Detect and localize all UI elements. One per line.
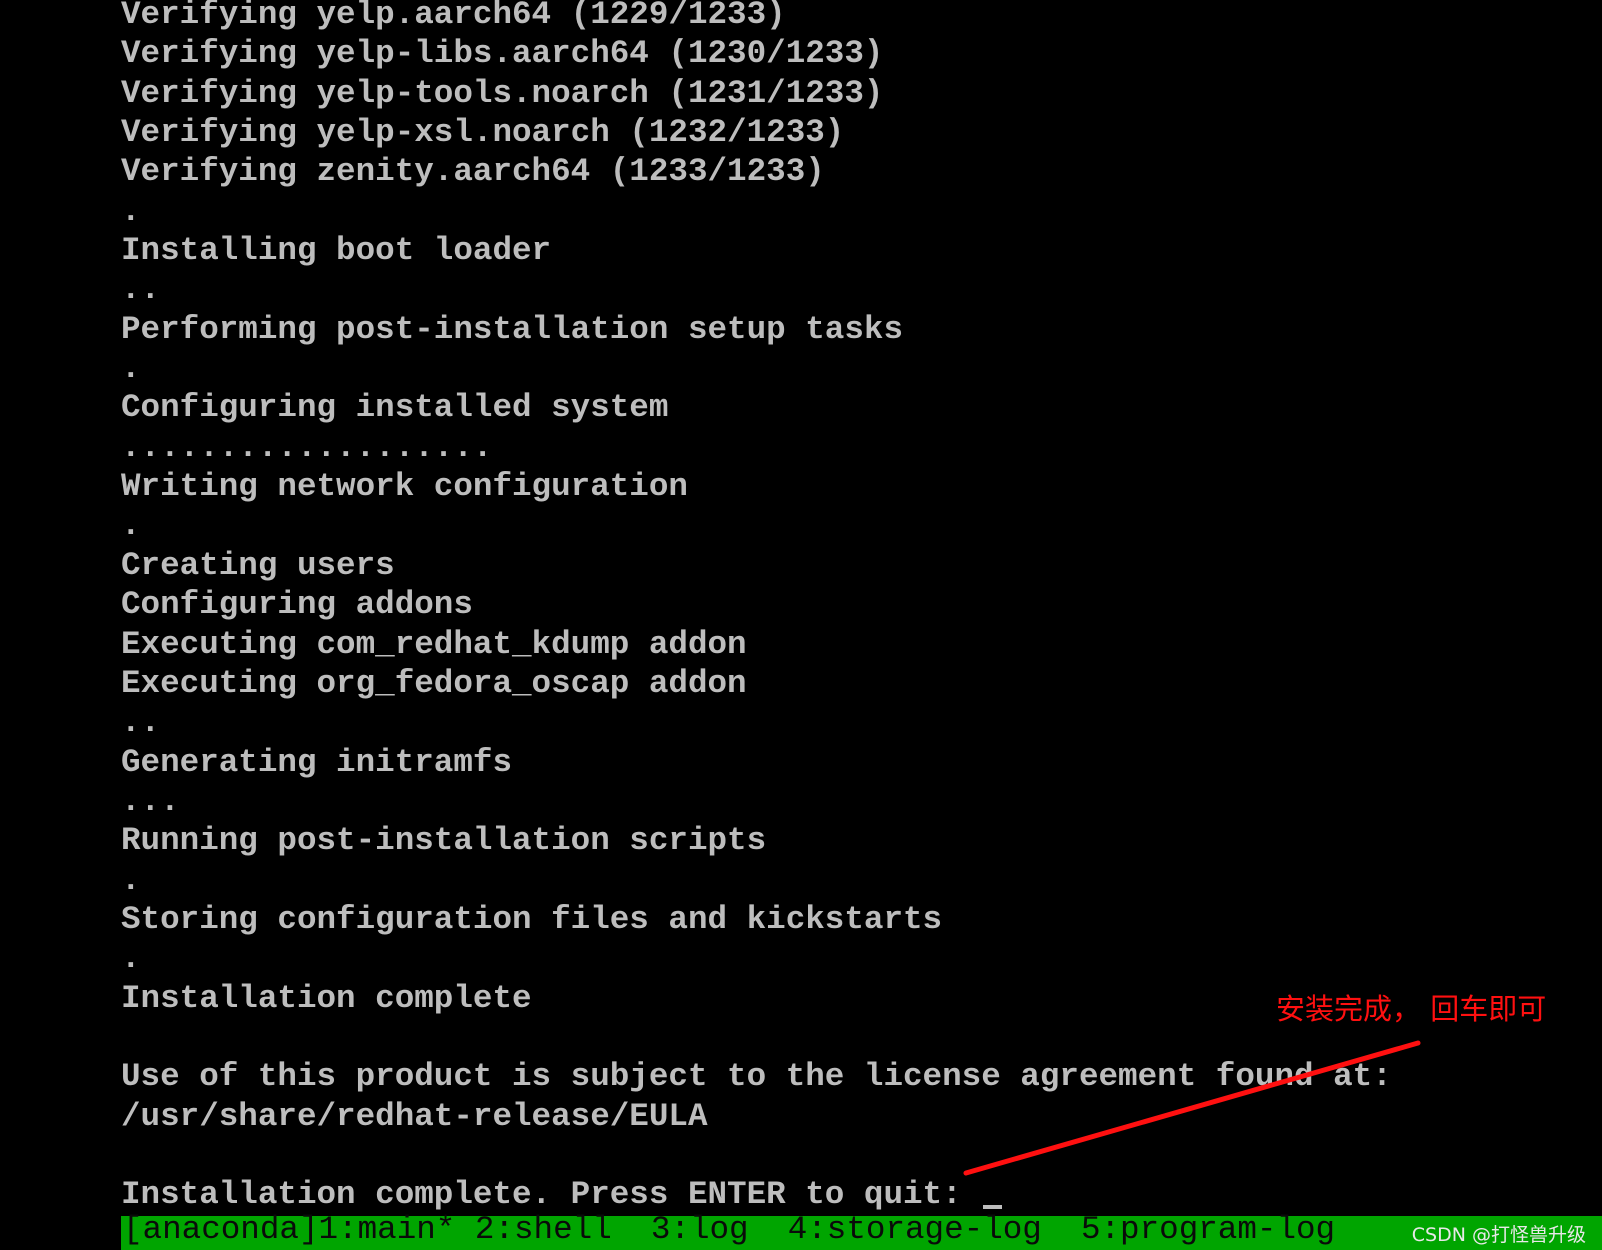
- terminal-line: Running post-installation scripts: [121, 822, 767, 860]
- terminal-line: Configuring installed system: [121, 389, 669, 427]
- terminal-line: /usr/share/redhat-release/EULA: [121, 1097, 708, 1135]
- terminal-line: Configuring addons: [121, 586, 473, 624]
- terminal-line: Storing configuration files and kickstar…: [121, 900, 943, 938]
- terminal-line: Verifying yelp-tools.noarch (1231/1233): [121, 74, 884, 112]
- terminal-line: ...: [121, 782, 180, 820]
- terminal-line: Verifying yelp.aarch64 (1229/1233): [121, 0, 786, 33]
- tmux-status-bar: [anaconda]1:main* 2:shell 3:log 4:storag…: [121, 1211, 1602, 1250]
- terminal-line: Generating initramfs: [121, 743, 513, 781]
- text-cursor: [983, 1205, 1003, 1210]
- terminal-line: Creating users: [121, 546, 395, 584]
- terminal-line: ..: [121, 704, 161, 742]
- terminal-line: .: [121, 861, 141, 899]
- annotation-text: 安装完成， 回车即可: [1276, 992, 1547, 1026]
- quit-prompt: Installation complete. Press ENTER to qu…: [121, 1176, 982, 1214]
- quit-prompt-line[interactable]: Installation complete. Press ENTER to qu…: [121, 1175, 1392, 1214]
- terminal-line: Verifying zenity.aarch64 (1233/1233): [121, 153, 825, 191]
- terminal-line: Writing network configuration: [121, 468, 688, 506]
- terminal-line: .: [121, 350, 141, 388]
- terminal-output: Verifying yelp.aarch64 (1229/1233) Verify…: [121, 0, 1392, 1215]
- terminal-line: .: [121, 192, 141, 230]
- status-bar-windows: [anaconda]1:main* 2:shell 3:log 4:storag…: [123, 1211, 1336, 1248]
- terminal-line: Performing post-installation setup tasks: [121, 310, 904, 348]
- terminal-line: ...................: [121, 428, 493, 466]
- terminal-line: ..: [121, 271, 161, 309]
- watermark: CSDN @打怪兽升级: [1411, 1224, 1586, 1246]
- terminal-line: Verifying yelp-xsl.noarch (1232/1233): [121, 114, 845, 152]
- terminal-line: .: [121, 940, 141, 978]
- terminal-line: .: [121, 507, 141, 545]
- terminal-line: Use of this product is subject to the li…: [121, 1058, 1392, 1096]
- terminal-line: Installing boot loader: [121, 232, 552, 270]
- terminal-line: Verifying yelp-libs.aarch64 (1230/1233): [121, 35, 884, 73]
- terminal-line: Executing com_redhat_kdump addon: [121, 625, 747, 663]
- terminal-line: Installation complete: [121, 979, 532, 1017]
- terminal-line: Executing org_fedora_oscap addon: [121, 664, 747, 702]
